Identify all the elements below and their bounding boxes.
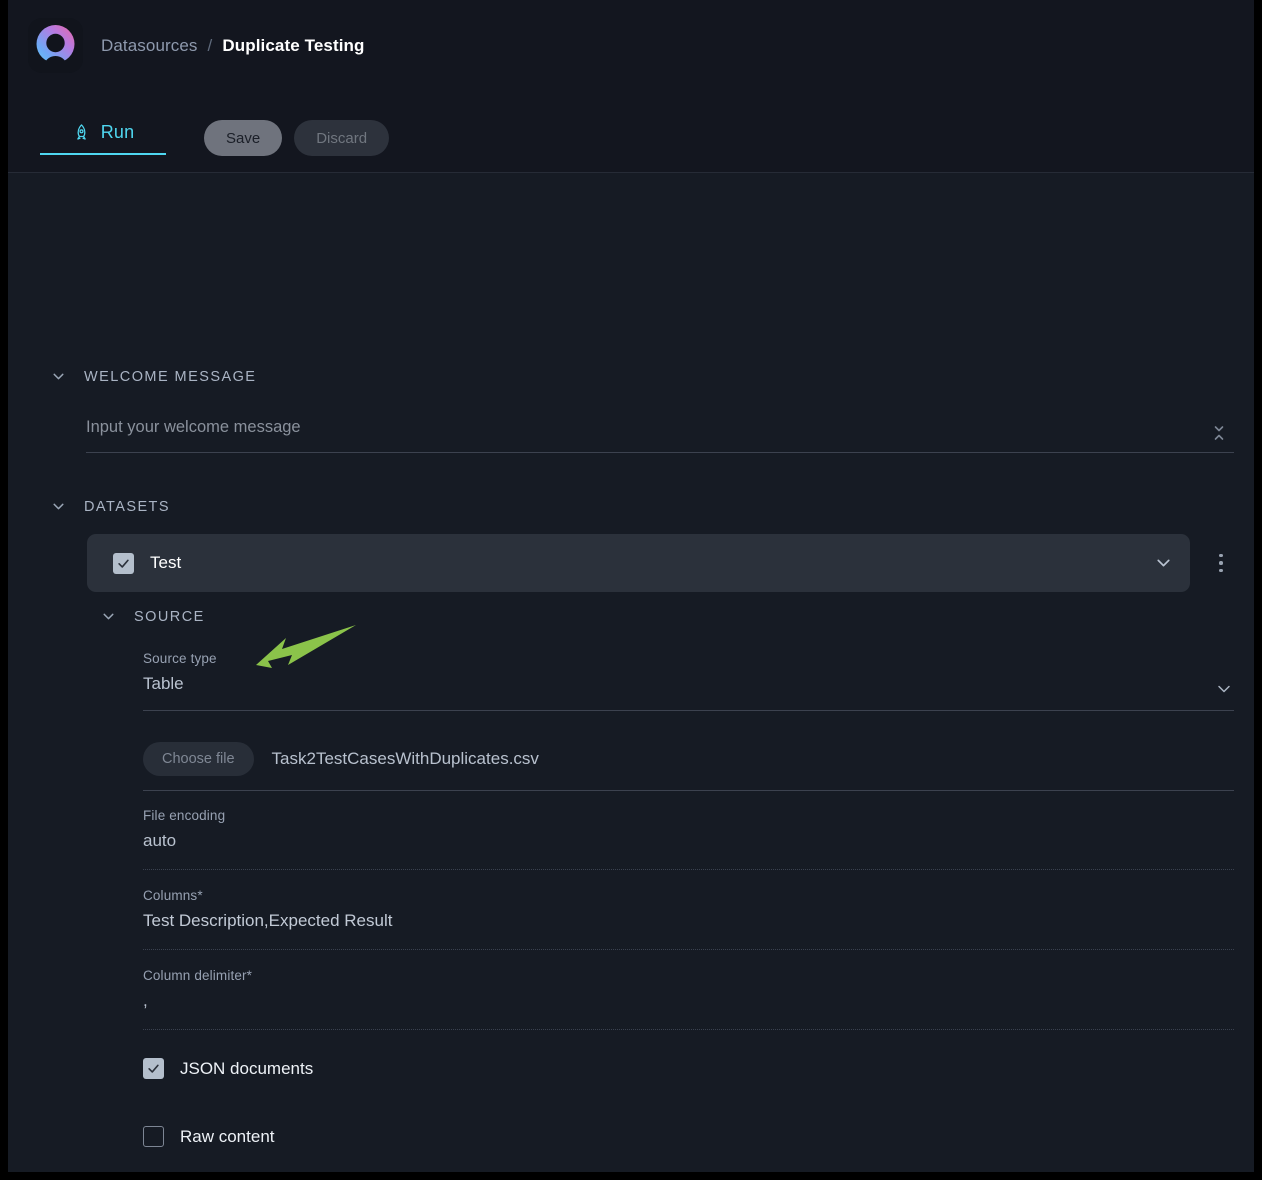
- header-actions: Save Discard: [204, 120, 390, 156]
- choose-file-button[interactable]: Choose file: [143, 741, 254, 776]
- field-file-encoding-label: File encoding: [143, 808, 226, 823]
- json-documents-label: JSON documents: [180, 1058, 314, 1078]
- welcome-message-placeholder: Input your welcome message: [86, 418, 301, 436]
- dataset-expand-chevron-down-icon[interactable]: [1153, 553, 1174, 574]
- kebab-dot: [1219, 553, 1223, 558]
- field-columns[interactable]: Columns* Test Description,Expected Resul…: [143, 888, 1234, 950]
- option-raw-content[interactable]: Raw content: [143, 1126, 275, 1147]
- chevron-down-icon: [100, 608, 117, 625]
- field-columns-label: Columns*: [143, 888, 203, 903]
- app-root: Datasources / Duplicate Testing Run Save: [8, 0, 1254, 1172]
- dataset-name: Test: [150, 553, 182, 572]
- save-button[interactable]: Save: [204, 120, 283, 156]
- source-type-chevron-down-icon[interactable]: [1214, 679, 1234, 699]
- kebab-dot: [1219, 568, 1223, 573]
- raw-content-label: Raw content: [180, 1126, 275, 1146]
- section-datasets-title: DATASETS: [84, 498, 170, 515]
- kebab-dot: [1219, 561, 1223, 565]
- section-welcome-title: WELCOME MESSAGE: [84, 368, 257, 385]
- json-documents-checkbox[interactable]: [143, 1058, 164, 1079]
- dataset-kebab-menu-icon[interactable]: [1208, 549, 1234, 577]
- option-json-documents[interactable]: JSON documents: [143, 1058, 313, 1079]
- field-column-delimiter-label: Column delimiter*: [143, 968, 253, 983]
- chevron-down-icon: [50, 498, 67, 515]
- tab-run-label: Run: [100, 122, 135, 142]
- field-column-delimiter[interactable]: Column delimiter* ,: [143, 968, 1234, 1030]
- chosen-file-name: Task2TestCasesWithDuplicates.csv: [271, 748, 539, 768]
- field-column-delimiter-value: ,: [143, 991, 148, 1010]
- resize-grip-icon[interactable]: [1212, 422, 1226, 444]
- breadcrumb-parent[interactable]: Datasources: [101, 36, 198, 56]
- raw-content-checkbox[interactable]: [143, 1126, 164, 1147]
- chevron-down-icon: [50, 368, 67, 385]
- field-file-encoding-value: auto: [143, 831, 177, 850]
- field-columns-value: Test Description,Expected Result: [143, 911, 393, 930]
- field-choose-file: Choose file Task2TestCasesWithDuplicates…: [143, 727, 1234, 791]
- section-source[interactable]: SOURCE: [100, 608, 205, 625]
- dataset-row[interactable]: Test: [87, 534, 1190, 592]
- discard-button[interactable]: Discard: [294, 120, 390, 156]
- field-source-type[interactable]: Source type Table: [143, 651, 1234, 711]
- tab-run[interactable]: Run: [40, 118, 166, 155]
- welcome-message-input[interactable]: Input your welcome message: [86, 409, 1234, 453]
- breadcrumb: Datasources / Duplicate Testing: [28, 18, 365, 73]
- section-datasets[interactable]: DATASETS: [50, 498, 170, 515]
- rocket-icon: [72, 123, 91, 142]
- field-file-encoding[interactable]: File encoding auto: [143, 808, 1234, 870]
- header-toolbar: Run Save Discard: [40, 118, 390, 156]
- breadcrumb-separator: /: [207, 35, 213, 55]
- app-logo-torus-icon: [28, 18, 83, 73]
- section-welcome-message[interactable]: WELCOME MESSAGE: [50, 368, 256, 385]
- app-header: Datasources / Duplicate Testing Run Save: [8, 0, 1254, 173]
- field-source-type-value: Table: [143, 674, 184, 693]
- dataset-checkbox[interactable]: [113, 552, 134, 574]
- breadcrumb-current: Duplicate Testing: [222, 35, 365, 55]
- field-source-type-label: Source type: [143, 651, 217, 666]
- tab-active-indicator: [40, 153, 166, 155]
- section-source-title: SOURCE: [134, 608, 205, 625]
